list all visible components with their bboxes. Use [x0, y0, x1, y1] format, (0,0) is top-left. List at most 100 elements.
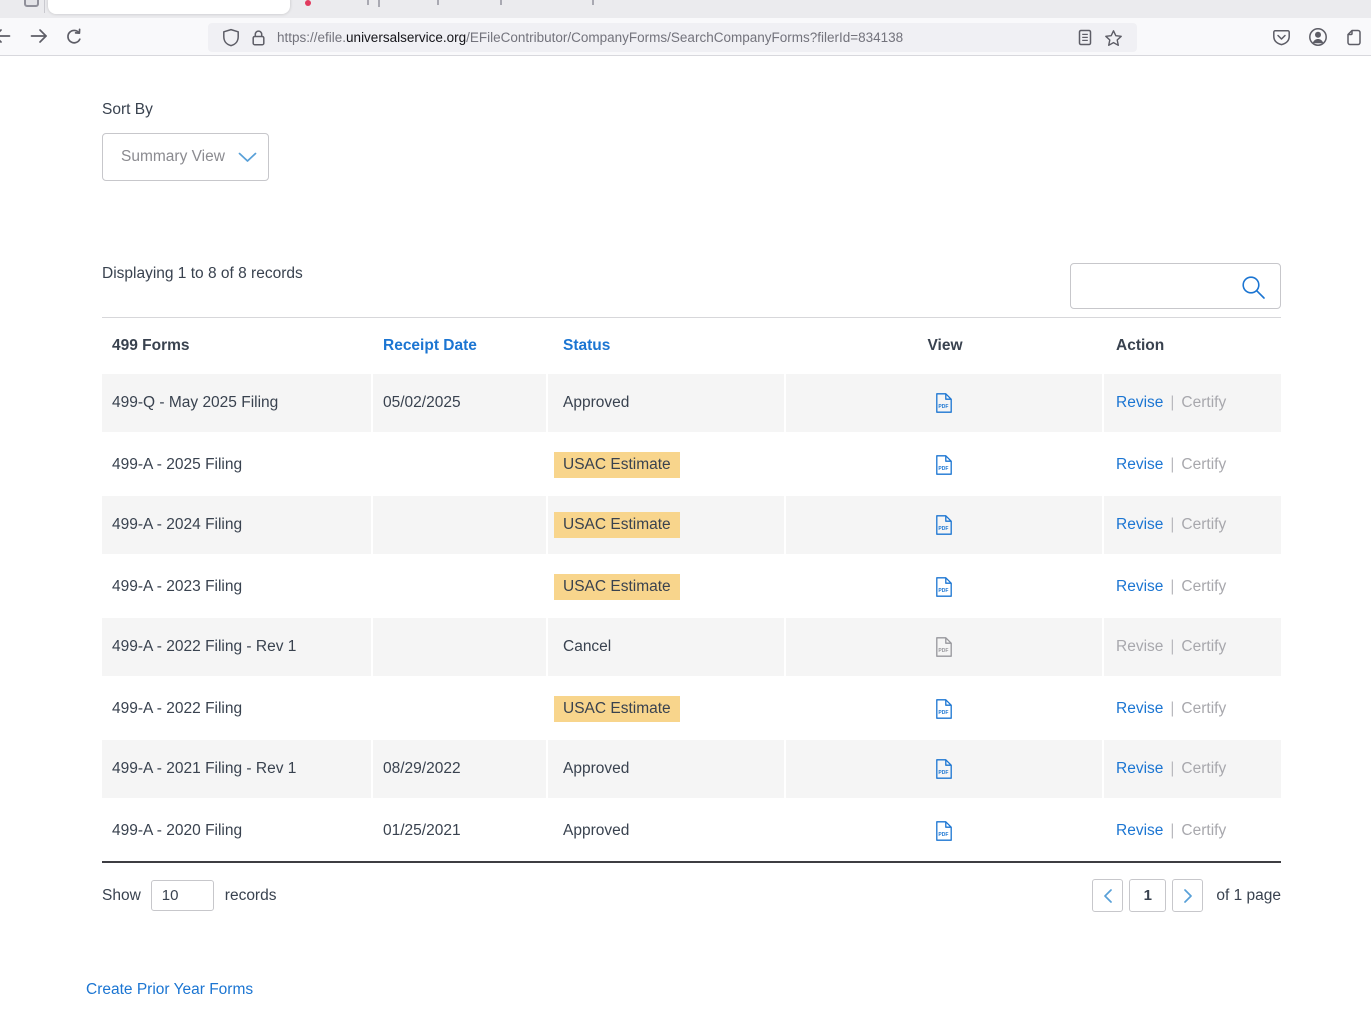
view-cell: PDF	[786, 800, 1104, 861]
pdf-icon[interactable]: PDF	[935, 392, 953, 414]
chevron-left-icon	[1102, 888, 1114, 904]
cropped-text-mark	[500, 0, 502, 5]
status-badge: USAC Estimate	[554, 512, 680, 538]
action-separator: |	[1170, 394, 1174, 412]
notification-dot-icon	[305, 0, 311, 6]
certify-link: Certify	[1181, 516, 1226, 534]
reader-mode-icon[interactable]	[1078, 29, 1092, 46]
table-body: 499-Q - May 2025 Filing 05/02/2025 Appro…	[102, 373, 1281, 861]
status-badge: Approved	[563, 822, 629, 840]
pdf-icon[interactable]: PDF	[935, 514, 953, 536]
status-cell: USAC Estimate	[548, 495, 786, 556]
header-view: View	[786, 318, 1104, 373]
status-badge: USAC Estimate	[554, 696, 680, 722]
tab-list-icon[interactable]	[24, 0, 39, 7]
account-icon[interactable]	[1308, 27, 1328, 47]
pocket-icon[interactable]	[1272, 28, 1291, 47]
svg-text:PDF: PDF	[938, 710, 948, 716]
revise-link[interactable]: Revise	[1116, 456, 1163, 474]
pdf-icon[interactable]: PDF	[935, 698, 953, 720]
previous-page-button[interactable]	[1092, 879, 1123, 912]
certify-link: Certify	[1181, 760, 1226, 778]
action-separator: |	[1170, 700, 1174, 718]
view-cell: PDF	[786, 739, 1104, 800]
status-cell: USAC Estimate	[548, 678, 786, 739]
cropped-text-mark	[378, 0, 380, 7]
table-footer: Show records 1 of 1 page	[102, 879, 1281, 912]
page-count-label: of 1 page	[1216, 887, 1281, 905]
view-mode-dropdown[interactable]: Summary View	[102, 133, 269, 181]
header-status-sort[interactable]: Status	[563, 337, 610, 355]
form-name: 499-A - 2022 Filing	[102, 678, 373, 739]
form-name: 499-A - 2021 Filing - Rev 1	[102, 739, 373, 800]
certify-link: Certify	[1181, 638, 1226, 656]
pdf-icon[interactable]: PDF	[935, 576, 953, 598]
action-cell: Revise | Certify	[1104, 739, 1281, 800]
view-cell: PDF	[786, 434, 1104, 495]
action-separator: |	[1170, 456, 1174, 474]
active-tab[interactable]	[48, 0, 290, 14]
status-cell: Approved	[548, 373, 786, 434]
revise-link[interactable]: Revise	[1116, 760, 1163, 778]
cropped-text-mark	[592, 0, 594, 5]
pdf-icon[interactable]: PDF	[935, 758, 953, 780]
receipt-date	[373, 556, 548, 617]
forward-button[interactable]	[29, 28, 49, 47]
header-receipt-date-sort[interactable]: Receipt Date	[383, 337, 477, 355]
pdf-icon[interactable]: PDF	[935, 820, 953, 842]
revise-link[interactable]: Revise	[1116, 394, 1163, 412]
show-label: Show	[102, 887, 141, 905]
receipt-date: 05/02/2025	[373, 373, 548, 434]
url-bar[interactable]: https://efile.universalservice.org/EFile…	[208, 23, 1137, 52]
action-cell: Revise | Certify	[1104, 617, 1281, 678]
url-text: https://efile.universalservice.org/EFile…	[277, 30, 903, 45]
table-row: 499-A - 2023 Filing USAC Estimate PDF Re…	[102, 556, 1281, 617]
pdf-icon[interactable]: PDF	[935, 454, 953, 476]
view-cell: PDF	[786, 495, 1104, 556]
revise-link[interactable]: Revise	[1116, 700, 1163, 718]
next-page-button[interactable]	[1172, 879, 1203, 912]
receipt-date	[373, 495, 548, 556]
back-button[interactable]	[0, 28, 12, 47]
status-cell: Approved	[548, 800, 786, 861]
certify-link: Certify	[1181, 394, 1226, 412]
view-cell: PDF	[786, 617, 1104, 678]
view-cell: PDF	[786, 678, 1104, 739]
table-row: 499-A - 2025 Filing USAC Estimate PDF Re…	[102, 434, 1281, 495]
revise-link[interactable]: Revise	[1116, 578, 1163, 596]
folded-page-icon[interactable]	[1345, 28, 1363, 47]
search-box[interactable]	[1070, 263, 1281, 309]
receipt-date: 01/25/2021	[373, 800, 548, 861]
action-separator: |	[1170, 578, 1174, 596]
svg-text:PDF: PDF	[938, 404, 948, 410]
chevron-down-icon	[238, 152, 257, 163]
revise-link[interactable]: Revise	[1116, 516, 1163, 534]
current-page-box[interactable]: 1	[1129, 879, 1166, 912]
form-name: 499-A - 2022 Filing - Rev 1	[102, 617, 373, 678]
form-name: 499-Q - May 2025 Filing	[102, 373, 373, 434]
bookmark-star-icon[interactable]	[1104, 29, 1123, 47]
lock-icon[interactable]	[251, 29, 266, 47]
reload-button[interactable]	[65, 28, 84, 49]
action-cell: Revise | Certify	[1104, 434, 1281, 495]
receipt-date: 08/29/2022	[373, 739, 548, 800]
certify-link: Certify	[1181, 456, 1226, 474]
tracking-shield-icon[interactable]	[222, 28, 240, 47]
status-cell: Cancel	[548, 617, 786, 678]
records-summary: Displaying 1 to 8 of 8 records	[102, 263, 303, 283]
search-icon[interactable]	[1240, 274, 1267, 301]
view-cell: PDF	[786, 373, 1104, 434]
create-prior-year-forms-link[interactable]: Create Prior Year Forms	[86, 981, 253, 999]
action-cell: Revise | Certify	[1104, 678, 1281, 739]
cropped-text-mark	[367, 0, 369, 5]
svg-text:PDF: PDF	[938, 648, 948, 654]
view-mode-value: Summary View	[121, 148, 225, 166]
revise-link[interactable]: Revise	[1116, 822, 1163, 840]
action-cell: Revise | Certify	[1104, 373, 1281, 434]
svg-text:PDF: PDF	[938, 526, 948, 532]
action-separator: |	[1170, 638, 1174, 656]
page-size-input[interactable]	[151, 880, 214, 911]
table-row: 499-Q - May 2025 Filing 05/02/2025 Appro…	[102, 373, 1281, 434]
certify-link: Certify	[1181, 578, 1226, 596]
svg-text:PDF: PDF	[938, 588, 948, 594]
